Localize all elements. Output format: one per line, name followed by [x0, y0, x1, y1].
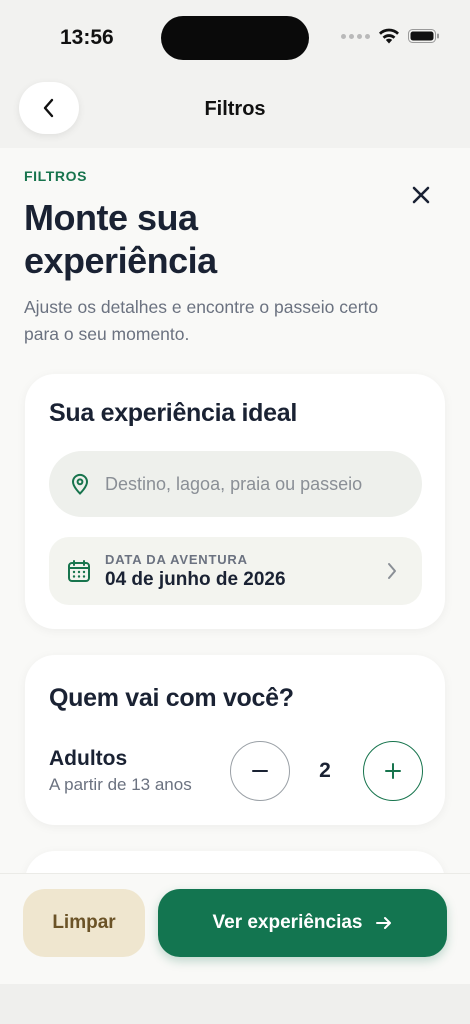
guests-card-title: Quem vai com você? — [49, 684, 294, 712]
battery-icon — [408, 29, 439, 43]
date-picker-field[interactable]: DATA DA AVENTURA 04 de junho de 2026 — [49, 537, 422, 605]
date-label: DATA DA AVENTURA — [105, 551, 248, 567]
page-subtitle: Ajuste os detalhes e encontre o passeio … — [24, 297, 379, 344]
close-button[interactable] — [404, 178, 438, 212]
date-text: DATA DA AVENTURA 04 de junho de 2026 — [105, 552, 286, 591]
see-experiences-button[interactable]: Ver experiências — [158, 889, 447, 957]
clear-button[interactable]: Limpar — [23, 889, 145, 957]
page-title: Monte sua experiência — [24, 197, 217, 281]
nav-bar: Filtros — [0, 78, 470, 148]
minus-icon — [252, 770, 268, 772]
close-icon — [412, 186, 430, 204]
experience-card: Sua experiência ideal DATA DA AVENTURA 0… — [25, 374, 445, 629]
calendar-icon — [68, 560, 90, 582]
home-indicator-area — [0, 984, 470, 1024]
plus-icon — [385, 763, 401, 779]
arrow-right-icon — [375, 917, 391, 929]
experience-card-title: Sua experiência ideal — [49, 399, 297, 427]
signal-icon — [341, 33, 370, 39]
filters-sheet: FILTROS Monte sua experiência Ajuste os … — [0, 148, 470, 984]
adults-increment-button[interactable] — [363, 741, 423, 801]
guests-card: Quem vai com você? Adultos A partir de 1… — [25, 655, 445, 825]
date-value: 04 de junho de 2026 — [105, 568, 286, 590]
destination-search-field[interactable] — [49, 451, 422, 517]
see-experiences-label: Ver experiências — [212, 912, 363, 933]
destination-search-input[interactable] — [105, 473, 405, 495]
adults-decrement-button[interactable] — [230, 741, 290, 801]
adults-sublabel: A partir de 13 anos — [49, 775, 192, 794]
map-pin-icon — [71, 473, 89, 495]
nav-title: Filtros — [204, 98, 266, 120]
adults-label: Adultos — [49, 747, 128, 770]
dynamic-island — [161, 16, 309, 60]
wifi-icon — [379, 28, 399, 44]
footer-actions: Limpar Ver experiências — [0, 873, 470, 984]
status-bar: 13:56 — [0, 0, 470, 78]
eyebrow-label: FILTROS — [24, 168, 88, 184]
status-time: 13:56 — [60, 26, 114, 49]
status-icons — [341, 28, 440, 44]
chevron-right-icon — [388, 563, 396, 579]
adults-count: 2 — [319, 759, 331, 782]
clear-button-label: Limpar — [52, 912, 116, 933]
